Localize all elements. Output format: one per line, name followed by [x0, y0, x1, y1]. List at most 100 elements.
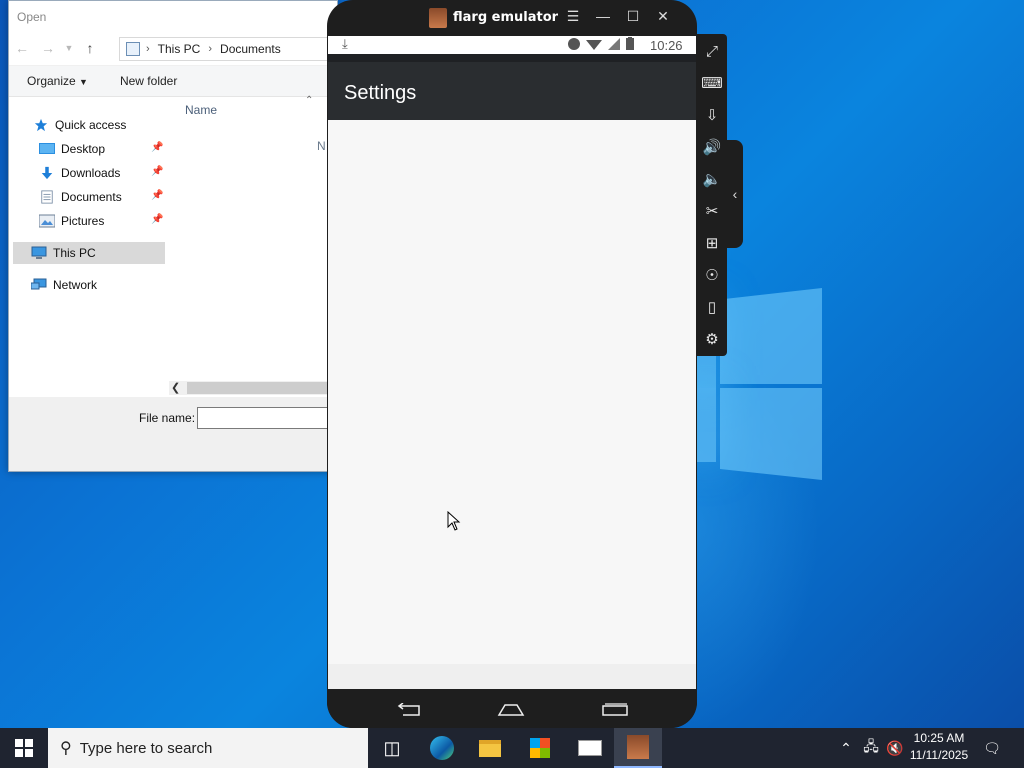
dialog-toolbar: Organize ▼ New folder	[9, 65, 337, 97]
cell-signal-icon	[608, 37, 620, 50]
emulator-side-toolbar: ⤢ ⌨ ⇩ 🔊 🔈 ✂ ⊞ ☉ ▯ ⚙	[697, 34, 727, 356]
edge-browser-icon[interactable]	[418, 728, 466, 768]
clock-date: 11/11/2025	[909, 748, 969, 762]
volume-down-icon[interactable]: 🔈	[697, 164, 727, 194]
scrollbar-thumb[interactable]	[187, 382, 337, 394]
file-name-label: File name:	[139, 411, 196, 425]
windows-logo-icon	[15, 739, 33, 757]
star-icon	[34, 118, 48, 132]
close-icon[interactable]: ✕	[653, 8, 673, 28]
address-bar[interactable]: › This PC › Documents	[119, 37, 337, 61]
emulator-window: flarg emulator ☰ — ☐ ✕ ⤓ 10:26 Settings	[327, 0, 697, 728]
taskbar-search-box[interactable]: ⚲ Type here to search	[48, 728, 368, 768]
fullscreen-icon[interactable]: ⤢	[697, 36, 727, 66]
pictures-icon	[39, 214, 55, 228]
download-notification-icon: ⤓	[342, 36, 348, 51]
settings-app-bar: Settings	[328, 54, 696, 120]
scroll-left-arrow-icon[interactable]: ❮	[171, 381, 180, 394]
nav-item-pictures[interactable]: Pictures 📌	[39, 210, 165, 232]
location-icon[interactable]: ☉	[697, 260, 727, 290]
address-location-icon	[126, 42, 140, 56]
pin-icon: 📌	[151, 190, 164, 201]
chevron-right-icon: ›	[146, 43, 150, 55]
organize-label: Organize	[27, 74, 76, 88]
sort-chevron-up-icon[interactable]: ⌃	[305, 95, 313, 106]
nav-item-downloads[interactable]: Downloads 📌	[39, 162, 165, 184]
screen-title: Settings	[344, 82, 417, 104]
pin-icon: 📌	[151, 142, 164, 153]
microsoft-store-icon[interactable]	[516, 728, 564, 768]
android-navigation-bar	[327, 689, 697, 728]
notifications-icon[interactable]: 🗨	[980, 728, 1004, 768]
file-explorer-icon[interactable]	[466, 728, 514, 768]
start-button[interactable]	[0, 728, 48, 768]
nav-item-label: Pictures	[61, 214, 105, 228]
status-icons	[568, 37, 634, 50]
dialog-title: Open	[17, 10, 47, 24]
network-tray-icon[interactable]: 🖧	[860, 728, 882, 768]
recent-locations-chevron-icon[interactable]: ▼	[61, 35, 77, 61]
navigation-pane: Quick access Desktop 📌 Downloads 📌 Docum…	[9, 97, 165, 381]
nav-item-this-pc[interactable]: This PC	[13, 242, 165, 264]
hamburger-menu-icon[interactable]: ☰	[563, 8, 583, 28]
mouse-cursor-icon	[447, 511, 461, 531]
mail-icon[interactable]	[566, 728, 614, 768]
clipped-column-text: N	[317, 139, 326, 153]
back-nav-icon[interactable]	[395, 703, 423, 717]
dialog-bottom-panel: File name:	[9, 397, 337, 471]
taskbar-clock[interactable]: 10:25 AM 11/11/2025	[904, 730, 974, 764]
flarg-emulator-taskbar-icon[interactable]	[614, 728, 662, 768]
back-arrow-icon[interactable]: ←	[9, 35, 35, 61]
volume-muted-tray-icon[interactable]: 🔇	[884, 728, 906, 768]
network-icon	[31, 278, 47, 290]
nav-item-label: Desktop	[61, 142, 106, 156]
task-view-icon[interactable]: ◫	[368, 728, 416, 768]
column-header-name[interactable]: Name	[185, 103, 217, 117]
up-arrow-icon[interactable]: ↑	[77, 35, 103, 61]
nav-item-network[interactable]: Network	[31, 274, 165, 296]
emulator-titlebar[interactable]: flarg emulator ☰ — ☐ ✕	[327, 0, 697, 36]
breadcrumb-documents[interactable]: Documents	[220, 42, 281, 56]
settings-gear-icon[interactable]: ⚙	[697, 324, 727, 354]
emulator-app-name: flarg emulator	[453, 10, 559, 25]
pin-icon: 📌	[151, 214, 164, 225]
android-screen[interactable]: ⤓ 10:26 Settings	[328, 36, 696, 689]
battery-icon	[626, 37, 634, 50]
do-not-disturb-icon	[568, 37, 580, 50]
downloads-icon	[41, 166, 53, 180]
forward-arrow-icon[interactable]: →	[35, 35, 61, 61]
search-placeholder: Type here to search	[79, 739, 213, 757]
screenshot-scissors-icon[interactable]: ✂	[697, 196, 727, 226]
nav-item-quick-access[interactable]: Quick access	[33, 114, 165, 136]
nav-item-label: Network	[53, 278, 98, 292]
keyboard-icon[interactable]: ⌨	[697, 68, 727, 98]
breadcrumb-this-pc[interactable]: This PC	[158, 42, 201, 56]
collapse-toolbar-chevron-icon[interactable]: ‹	[727, 140, 743, 248]
file-name-input[interactable]	[197, 407, 337, 429]
status-time: 10:26	[650, 38, 683, 53]
horizontal-scrollbar[interactable]: ❮	[169, 381, 337, 395]
show-hidden-icons-chevron-icon[interactable]: ⌃	[836, 728, 856, 768]
recents-nav-icon[interactable]	[601, 703, 629, 717]
nav-item-desktop[interactable]: Desktop 📌	[39, 138, 165, 160]
this-pc-icon	[31, 246, 47, 259]
minimize-icon[interactable]: —	[593, 8, 613, 28]
maximize-icon[interactable]: ☐	[623, 8, 643, 28]
new-folder-button[interactable]: New folder	[120, 74, 177, 88]
nav-item-documents[interactable]: Documents 📌	[39, 186, 165, 208]
desktop-folder-icon	[39, 143, 55, 154]
chevron-down-icon: ▼	[79, 77, 88, 87]
multi-instance-icon[interactable]: ⊞	[697, 228, 727, 258]
home-nav-icon[interactable]	[497, 703, 525, 717]
install-apk-icon[interactable]: ⇩	[697, 100, 727, 130]
clock-time: 10:25 AM	[913, 731, 965, 745]
nav-item-label: This PC	[53, 246, 96, 260]
documents-icon	[41, 190, 53, 204]
chevron-right-icon: ›	[208, 43, 213, 55]
shake-icon[interactable]: ▯	[697, 292, 727, 322]
open-file-dialog: Open ← → ▼ ↑ › This PC › Documents Organ…	[8, 0, 338, 472]
volume-up-icon[interactable]: 🔊	[697, 132, 727, 162]
wifi-icon	[586, 39, 602, 50]
nav-item-label: Downloads	[61, 166, 121, 180]
organize-button[interactable]: Organize ▼	[27, 74, 88, 88]
